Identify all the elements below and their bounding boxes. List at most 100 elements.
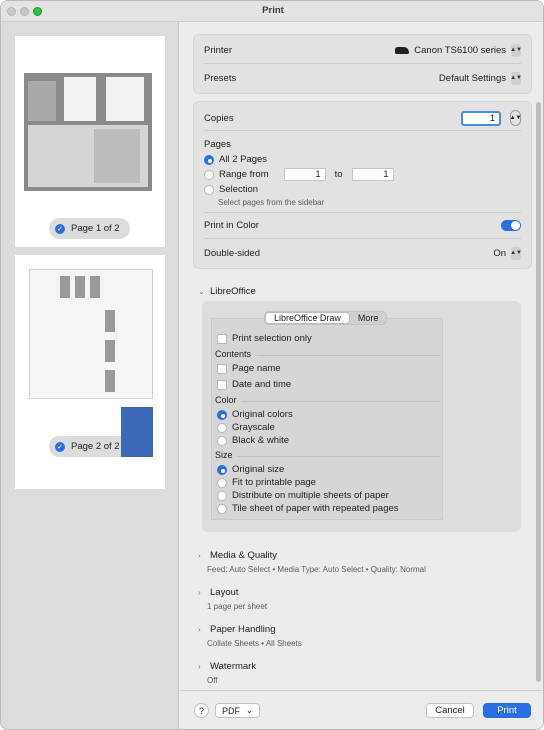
copies-pages-group: Copies 1 ▲▼ Pages All 2 Pages Range from… [193, 101, 532, 269]
radio-selected[interactable] [204, 154, 214, 165]
checkbox[interactable] [217, 333, 227, 344]
settings-scrollbar[interactable] [536, 102, 541, 682]
chevron-right-icon: › [198, 551, 201, 560]
help-button[interactable]: ? [194, 703, 209, 718]
tile-sheet-option[interactable]: Tile sheet of paper with repeated pages [217, 503, 399, 514]
range-from-label: Range from [219, 169, 269, 180]
print-in-color-toggle[interactable] [501, 220, 521, 231]
original-size-option[interactable]: Original size [217, 464, 284, 475]
paper-handling-section-header[interactable]: › Paper Handling [198, 624, 276, 635]
checkmark-icon: ✓ [55, 223, 65, 234]
checkbox[interactable] [217, 379, 227, 390]
up-down-arrows-icon: ▲▼ [510, 72, 522, 85]
watermark-title: Watermark [210, 661, 257, 672]
divider [204, 238, 521, 239]
print-button[interactable]: Print [483, 703, 531, 718]
radio-selected[interactable] [217, 409, 227, 420]
presets-popup[interactable]: Default Settings ▲▼ [438, 72, 522, 85]
range-to-input[interactable]: 1 [351, 168, 394, 181]
presets-row: Presets Default Settings ▲▼ [204, 72, 522, 85]
original-colors-label: Original colors [232, 409, 293, 420]
range-from-input[interactable]: 1 [283, 168, 326, 181]
original-size-label: Original size [232, 464, 285, 475]
pages-selection-option[interactable]: Selection [204, 184, 258, 195]
print-selection-only-label: Print selection only [232, 333, 312, 344]
date-time-option[interactable]: Date and time [217, 379, 291, 390]
watermark-section-header[interactable]: › Watermark [198, 661, 256, 672]
radio-selected[interactable] [217, 464, 227, 475]
copies-input[interactable]: 1 [461, 110, 501, 126]
paper-handling-summary: Collate Sheets • All Sheets [207, 639, 302, 648]
black-white-option[interactable]: Black & white [217, 435, 289, 446]
distribute-sheets-option[interactable]: Distribute on multiple sheets of paper [217, 490, 389, 501]
printer-group: Printer Canon TS6100 series ▲▼ Presets D… [193, 34, 532, 94]
thumbnail-block [60, 276, 70, 298]
thumbnail-block [105, 370, 115, 392]
printer-label: Printer [204, 45, 232, 56]
radio[interactable] [204, 169, 214, 180]
title-bar: Print [1, 1, 543, 22]
distribute-sheets-label: Distribute on multiple sheets of paper [232, 490, 389, 501]
tab-libreoffice-draw[interactable]: LibreOffice Draw [265, 312, 350, 324]
chevron-right-icon: › [198, 625, 201, 634]
page-2-badge[interactable]: ✓ Page 2 of 2 [49, 436, 130, 457]
printer-icon [395, 47, 410, 54]
pages-all-label: All 2 Pages [219, 154, 268, 165]
radio[interactable] [204, 184, 214, 195]
up-down-arrows-icon: ▲▼ [510, 44, 522, 57]
presets-value: Default Settings [438, 73, 506, 84]
libreoffice-tab-content: Print selection only Contents Page name … [211, 318, 443, 520]
page-1-badge[interactable]: ✓ Page 1 of 2 [49, 218, 130, 239]
tile-sheet-label: Tile sheet of paper with repeated pages [232, 503, 399, 514]
layout-summary: 1 page per sheet [207, 602, 268, 611]
pages-all-option[interactable]: All 2 Pages [204, 154, 267, 165]
thumbnail-block [28, 81, 56, 121]
double-sided-value: On [493, 248, 506, 259]
pdf-menu-button[interactable]: PDF ⌄ [215, 703, 260, 718]
copies-control: 1 ▲▼ [461, 110, 521, 126]
radio[interactable] [217, 490, 227, 501]
printer-popup[interactable]: Canon TS6100 series ▲▼ [395, 44, 522, 57]
double-sided-row: Double-sided On ▲▼ [204, 247, 522, 260]
layout-title: Layout [210, 587, 239, 598]
size-label: Size [215, 450, 233, 460]
thumbnail-block [90, 276, 100, 298]
radio[interactable] [217, 477, 227, 488]
print-in-color-label: Print in Color [204, 220, 259, 231]
thumbnail-block [105, 340, 115, 362]
grayscale-option[interactable]: Grayscale [217, 422, 275, 433]
copies-row: Copies 1 ▲▼ [204, 110, 521, 126]
printer-row: Printer Canon TS6100 series ▲▼ [204, 44, 522, 57]
divider [237, 456, 440, 457]
radio[interactable] [217, 435, 227, 446]
page-2-thumbnail [29, 269, 153, 399]
pages-range-option[interactable]: Range from 1 to 1 [204, 168, 394, 181]
media-quality-summary: Feed: Auto Select • Media Type: Auto Sel… [207, 565, 426, 574]
copies-stepper[interactable]: ▲▼ [510, 110, 521, 126]
radio[interactable] [217, 422, 227, 433]
media-quality-section-header[interactable]: › Media & Quality [198, 550, 277, 561]
double-sided-label: Double-sided [204, 248, 260, 259]
range-to-label: to [334, 169, 343, 180]
print-selection-only-option[interactable]: Print selection only [217, 333, 312, 344]
cancel-button[interactable]: Cancel [426, 703, 474, 718]
original-colors-option[interactable]: Original colors [217, 409, 293, 420]
page-name-option[interactable]: Page name [217, 363, 281, 374]
color-label: Color [215, 395, 237, 405]
divider [204, 130, 521, 131]
libreoffice-section-header[interactable]: ⌄ LibreOffice [198, 286, 256, 297]
tab-more[interactable]: More [350, 312, 387, 324]
libreoffice-tabs: LibreOffice Draw More [264, 311, 388, 325]
thumbnail-block [106, 77, 144, 121]
fit-to-page-label: Fit to printable page [232, 477, 316, 488]
checkmark-icon: ✓ [55, 441, 65, 452]
checkbox[interactable] [217, 363, 227, 374]
copies-label: Copies [204, 112, 234, 124]
layout-section-header[interactable]: › Layout [198, 587, 239, 598]
print-in-color-row: Print in Color [204, 220, 521, 231]
thumbnail-block [64, 77, 96, 121]
fit-to-page-option[interactable]: Fit to printable page [217, 477, 316, 488]
radio[interactable] [217, 503, 227, 514]
chevron-down-icon: ⌄ [246, 706, 253, 715]
double-sided-popup[interactable]: On ▲▼ [493, 247, 522, 260]
